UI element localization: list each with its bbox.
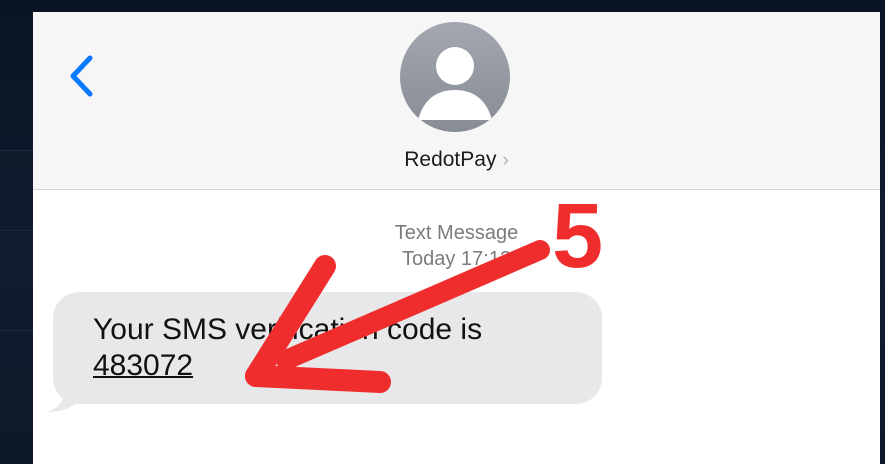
back-button[interactable]	[63, 52, 103, 100]
incoming-message[interactable]: Your SMS verification code is 483072	[53, 292, 602, 404]
verification-code-link[interactable]: 483072	[93, 349, 193, 382]
chevron-right-icon: ›	[502, 150, 509, 171]
person-silhouette-icon	[418, 47, 492, 120]
messages-screen: RedotPay › Text Message Today 17:12 Your …	[33, 12, 880, 464]
contact-name-row[interactable]: RedotPay ›	[33, 148, 880, 172]
message-text: Your SMS verification code is	[93, 313, 483, 346]
message-bubble[interactable]: Your SMS verification code is 483072	[53, 292, 602, 404]
contact-name: RedotPay	[404, 148, 497, 171]
message-timestamp: Today 17:12	[402, 248, 511, 270]
conversation-header: RedotPay ›	[33, 12, 880, 190]
bubble-tail	[47, 386, 83, 412]
message-meta: Text Message Today 17:12	[33, 220, 880, 272]
contact-avatar[interactable]	[400, 22, 510, 132]
chevron-left-icon	[70, 55, 93, 97]
step-number: 5	[552, 185, 604, 287]
service-label: Text Message	[394, 222, 519, 244]
